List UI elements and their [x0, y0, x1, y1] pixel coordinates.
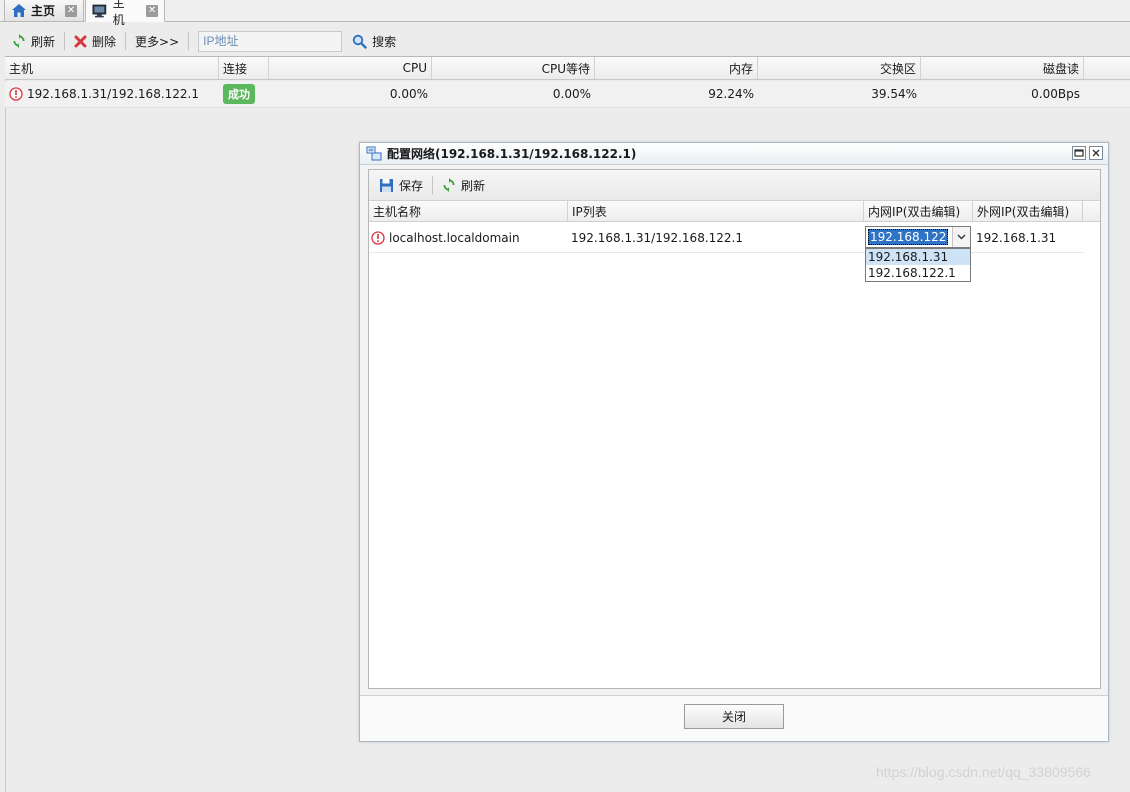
- close-icon[interactable]: ✕: [65, 4, 78, 17]
- column-header-host[interactable]: 主机: [5, 57, 219, 79]
- host-icon: [92, 4, 107, 17]
- chevron-down-icon[interactable]: [952, 227, 970, 247]
- dialog-content-panel: 保存 刷新 主机名称 IP列表 内网IP(双击编辑) 外网IP(双击编辑) lo…: [368, 169, 1101, 689]
- warning-icon: [371, 230, 385, 245]
- cell-cpu: 0.00%: [389, 87, 428, 101]
- cell-swap: 39.54%: [871, 87, 917, 101]
- column-header-connection[interactable]: 连接: [219, 57, 269, 79]
- cell-connection: 成功: [219, 81, 269, 107]
- dialog-toolbar: 保存 刷新: [369, 170, 1100, 200]
- more-label: 更多>>: [135, 34, 180, 49]
- dialog-refresh-button[interactable]: 刷新: [438, 174, 489, 196]
- search-label: 搜索: [372, 34, 397, 49]
- save-button[interactable]: 保存: [375, 174, 427, 196]
- network-config-dialog: 配置网络(192.168.1.31/192.168.122.1) 保存 刷新 主…: [359, 142, 1109, 742]
- search-button[interactable]: 搜索: [348, 30, 400, 52]
- dialog-grid-header: 主机名称 IP列表 内网IP(双击编辑) 外网IP(双击编辑): [369, 200, 1100, 222]
- delete-button[interactable]: 删除: [70, 30, 120, 52]
- close-button[interactable]: 关闭: [684, 704, 784, 729]
- toolbar-separator: [125, 32, 127, 50]
- refresh-icon: [13, 34, 25, 48]
- delete-label: 删除: [92, 34, 117, 49]
- close-icon: [1092, 149, 1100, 157]
- toolbar-separator: [188, 32, 190, 50]
- search-input[interactable]: [198, 30, 343, 52]
- tab-host[interactable]: 主机 ✕: [85, 0, 165, 27]
- cell-cpu-wait: 0.00%: [552, 87, 591, 101]
- column-header-memory[interactable]: 内存: [595, 57, 758, 79]
- column-header-ip-list[interactable]: IP列表: [568, 201, 864, 221]
- internal-ip-dropdown-list: 192.168.1.31 192.168.122.1: [865, 248, 971, 282]
- tab-home[interactable]: 主页 ✕: [4, 0, 84, 22]
- column-header-swap[interactable]: 交换区: [758, 57, 921, 79]
- table-row[interactable]: localhost.localdomain 192.168.1.31/192.1…: [369, 223, 1084, 253]
- cell-memory: 92.24%: [708, 87, 754, 101]
- cell-host: 192.168.1.31/192.168.122.1: [5, 81, 219, 107]
- dropdown-option[interactable]: 192.168.1.31: [866, 249, 970, 265]
- cell-external-ip[interactable]: 192.168.1.31: [973, 223, 1083, 252]
- dialog-close-x-button[interactable]: [1089, 146, 1103, 160]
- cell-hostname: localhost.localdomain: [369, 223, 568, 252]
- column-header-disk-read[interactable]: 磁盘读: [921, 57, 1084, 79]
- hostname-value: localhost.localdomain: [389, 230, 520, 245]
- table-row[interactable]: 192.168.1.31/192.168.122.1 成功 0.00% 0.00…: [5, 81, 1130, 108]
- maximize-icon: [1074, 149, 1084, 157]
- dialog-titlebar[interactable]: 配置网络(192.168.1.31/192.168.122.1): [360, 143, 1108, 165]
- host-value: 192.168.1.31/192.168.122.1: [27, 87, 199, 101]
- watermark: https://blog.csdn.net/qq_33809566: [876, 764, 1091, 780]
- cell-ip-list: 192.168.1.31/192.168.122.1: [571, 230, 743, 245]
- close-icon[interactable]: ✕: [146, 4, 158, 17]
- internal-ip-selected-value[interactable]: 192.168.122.1: [868, 229, 948, 245]
- more-button[interactable]: 更多>>: [131, 30, 183, 52]
- refresh-icon: [443, 178, 455, 192]
- grid-left-border: [5, 56, 6, 792]
- column-header-external-ip[interactable]: 外网IP(双击编辑): [973, 201, 1083, 221]
- search-icon: [352, 34, 367, 49]
- tab-bar: 主页 ✕ 主机 ✕: [0, 0, 1130, 27]
- save-icon: [380, 178, 393, 192]
- dialog-footer: 关闭: [360, 695, 1108, 741]
- tab-home-label: 主页: [31, 4, 56, 18]
- delete-icon: [74, 35, 87, 47]
- dropdown-option[interactable]: 192.168.122.1: [866, 265, 970, 281]
- maximize-button[interactable]: [1072, 146, 1086, 160]
- refresh-button[interactable]: 刷新: [8, 30, 59, 52]
- toolbar-separator: [64, 32, 66, 50]
- save-label: 保存: [399, 178, 424, 193]
- status-badge: 成功: [223, 84, 255, 104]
- network-icon: [366, 146, 382, 161]
- tab-host-label: 主机: [112, 0, 125, 27]
- main-toolbar: 刷新 删除 更多>> 搜索: [0, 28, 1130, 54]
- warning-icon: [9, 87, 23, 101]
- toolbar-separator: [432, 176, 434, 194]
- column-header-internal-ip[interactable]: 内网IP(双击编辑): [864, 201, 973, 221]
- refresh-label: 刷新: [31, 34, 56, 49]
- cell-disk-read: 0.00Bps: [1031, 87, 1080, 101]
- internal-ip-combobox[interactable]: 192.168.122.1: [865, 226, 971, 248]
- column-header-cpu-wait[interactable]: CPU等待: [432, 57, 595, 79]
- dialog-refresh-label: 刷新: [461, 178, 486, 193]
- column-header-hostname[interactable]: 主机名称: [369, 201, 568, 221]
- column-header-cpu[interactable]: CPU: [269, 57, 432, 79]
- dialog-title: 配置网络(192.168.1.31/192.168.122.1): [387, 147, 637, 161]
- home-icon: [12, 4, 26, 17]
- grid-header: 主机 连接 CPU CPU等待 内存 交换区 磁盘读: [5, 56, 1130, 80]
